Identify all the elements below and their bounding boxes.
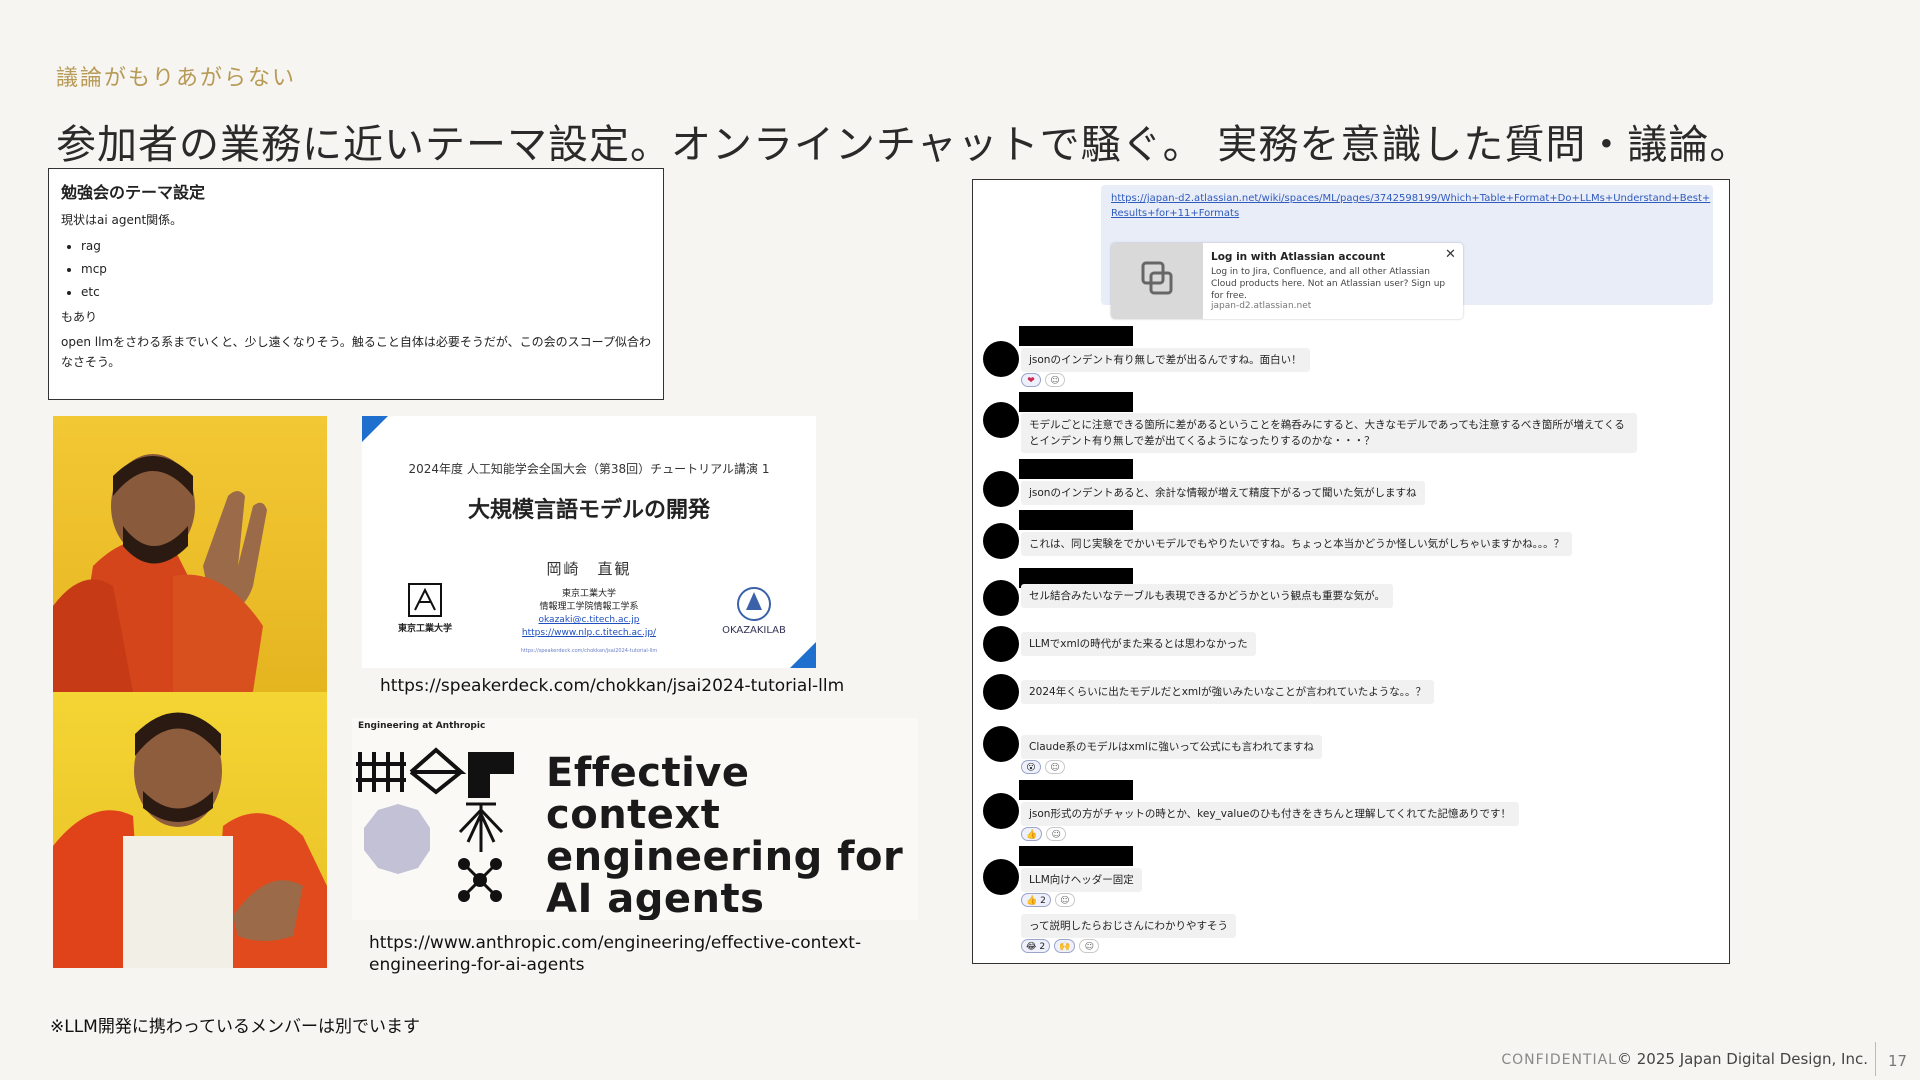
redacted-name [1019, 846, 1133, 866]
avatar [983, 402, 1019, 438]
reaction-bar: ❤ ☺ [1021, 373, 1065, 389]
chat-message: モデルごとに注意できる箇所に差があるということを鵜呑みにすると、大きなモデルであ… [1021, 413, 1637, 453]
anthropic-illustration [356, 747, 514, 902]
titech-emblem-icon [408, 583, 442, 617]
theme-item: rag [81, 239, 651, 253]
copyright: © 2025 Japan Digital Design, Inc. [1616, 1050, 1868, 1068]
meme-illustration [53, 454, 327, 968]
raised-hands-reaction[interactable]: 🙌 [1054, 939, 1076, 953]
add-reaction-icon[interactable]: ☺ [1045, 760, 1065, 774]
slide-title: 参加者の業務に近いテーマ設定。オンラインチャットで騒ぐ。 実務を意識した質問・議… [56, 122, 1751, 168]
copy-icon [1141, 261, 1173, 295]
reaction-bar: 👍 ☺ [1021, 827, 1067, 843]
avatar [983, 674, 1019, 710]
conference-label: 2024年度 人工知能学会全国大会（第38回）チュートリアル講演 1 [408, 462, 770, 476]
chat-message: jsonのインデントあると、余計な情報が増えて精度下がるって聞いた気がしますね [1021, 481, 1425, 505]
add-reaction-icon[interactable]: ☺ [1045, 373, 1065, 387]
corner-decoration [790, 642, 816, 668]
thumbs-up-reaction[interactable]: 👍 2 [1021, 893, 1051, 907]
confidential-label: CONFIDENTIAL [1501, 1052, 1617, 1068]
slide-card-author: 岡崎 直観 [546, 560, 632, 578]
page-number: 17 [1888, 1052, 1908, 1070]
shared-link-message: https://japan-d2.atlassian.net/wiki/spac… [1101, 185, 1713, 319]
chat-message: って説明したらおじさんにわかりやすそう [1021, 914, 1236, 938]
speakerdeck-url: https://speakerdeck.com/chokkan/jsai2024… [380, 676, 845, 696]
chat-message: json形式の方がチャットの時とか、key_valueのひも付きをきちんと理解し… [1021, 802, 1520, 826]
anthropic-title: Effective context engineering for AI age… [546, 750, 904, 920]
shared-link[interactable]: https://japan-d2.atlassian.net/wiki/spac… [1111, 191, 1711, 221]
redacted-name [1019, 780, 1133, 800]
add-reaction-icon[interactable]: ☺ [1046, 827, 1067, 841]
footer: CONFIDENTIAL© 2025 Japan Digital Design,… [1501, 1050, 1868, 1068]
theme-also: もあり [61, 310, 98, 325]
theme-item: etc [81, 285, 651, 299]
avatar [983, 580, 1019, 616]
slide-tiny-url: https://speakerdeck.com/chokkan/jsai2024… [520, 648, 658, 654]
titech-logo: 東京工業大学 [390, 582, 460, 634]
theme-list: rag mcp etc [61, 239, 651, 299]
redacted-name [1019, 459, 1133, 479]
lab-website-link[interactable]: https://www.nlp.c.titech.ac.jp/ [522, 628, 656, 638]
heart-reaction[interactable]: ❤ [1021, 373, 1041, 387]
add-reaction-icon[interactable]: ☺ [1054, 893, 1075, 907]
chat-message: セル結合みたいなテーブルも表現できるかどうかという観点も重要な気が。 [1021, 584, 1393, 608]
link-preview-description: Log in to Jira, Confluence, and all othe… [1211, 267, 1446, 301]
email-link[interactable]: okazaki@c.titech.ac.jp [539, 615, 640, 625]
theme-note-box: 勉強会のテーマ設定 現状はai agent関係。 rag mcp etc もあり… [48, 168, 664, 400]
avatar [983, 626, 1019, 662]
thumbs-up-reaction[interactable]: 👍 [1021, 827, 1043, 841]
add-reaction-icon[interactable]: ☺ [1079, 939, 1100, 953]
chat-message: これは、同じ実験をでかいモデルでもやりたいですね。ちょっと本当かどうか怪しい気が… [1021, 532, 1573, 556]
corner-decoration [362, 416, 388, 442]
surprised-reaction[interactable]: 😮 [1021, 760, 1041, 774]
anthropic-article-thumbnail: Engineering at Anthropic Effective conte… [352, 718, 918, 920]
chat-message: 2024年くらいに出たモデルだとxmlが強いみたいなことが言われていたような。。… [1021, 680, 1434, 704]
theme-heading: 勉強会のテーマ設定 [61, 183, 206, 202]
avatar [983, 793, 1019, 829]
link-preview-title: Log in with Atlassian account [1211, 251, 1386, 263]
slide-subtitle: 議論がもりあがらない [56, 66, 297, 91]
theme-intro: 現状はai agent関係。 [61, 213, 183, 227]
redacted-name [1019, 326, 1133, 346]
anthropic-eyebrow: Engineering at Anthropic [358, 721, 486, 731]
laughing-reaction[interactable]: 😂 2 [1021, 939, 1051, 953]
chat-message: LLMでxmlの時代がまた来るとは思わなかった [1021, 632, 1256, 656]
avatar [983, 859, 1019, 895]
redacted-name [1019, 392, 1133, 412]
link-preview-domain: japan-d2.atlassian.net [1211, 301, 1312, 311]
avatar [983, 523, 1019, 559]
slide-card-title: 大規模言語モデルの開発 [467, 498, 710, 523]
footer-divider [1875, 1042, 1876, 1076]
okazaki-lab-logo: OKAZAKILAB [714, 582, 794, 636]
redacted-name [1019, 510, 1133, 530]
avatar [983, 471, 1019, 507]
theme-body: open llmをさわる系までいくと、少し遠くなりそう。触ること自体は必要そうだ… [61, 335, 651, 369]
meme-image [53, 416, 327, 968]
link-preview-card: Log in with Atlassian account Log in to … [1111, 243, 1463, 319]
link-preview-thumbnail [1111, 243, 1203, 319]
close-icon[interactable]: ✕ [1445, 247, 1456, 262]
chat-screenshot: https://japan-d2.atlassian.net/wiki/spac… [972, 179, 1730, 964]
slide-card-affiliation: 東京工業大学 情報理工学院情報工学系 okazaki@c.titech.ac.j… [521, 589, 657, 639]
reaction-bar: 👍 2 ☺ [1021, 893, 1075, 909]
llm-slide-thumbnail: 2024年度 人工知能学会全国大会（第38回）チュートリアル講演 1 大規模言語… [362, 416, 816, 668]
anthropic-url: https://www.anthropic.com/engineering/ef… [369, 933, 862, 975]
chat-message: LLM向けヘッダー固定 [1021, 868, 1142, 892]
avatar [983, 341, 1019, 377]
okazaki-lab-emblem-icon [737, 587, 771, 621]
avatar [983, 726, 1019, 762]
chat-message: Claude系のモデルはxmlに強いって公式にも言われてますね [1021, 735, 1322, 759]
footnote: ※LLM開発に携わっているメンバーは別でいます [50, 1017, 421, 1037]
reaction-bar: 😂 2 🙌 ☺ [1021, 939, 1100, 955]
theme-item: mcp [81, 262, 651, 276]
reaction-bar: 😮 ☺ [1021, 760, 1065, 776]
chat-message: jsonのインデント有り無しで差が出るんですね。面白い！ [1021, 348, 1310, 372]
